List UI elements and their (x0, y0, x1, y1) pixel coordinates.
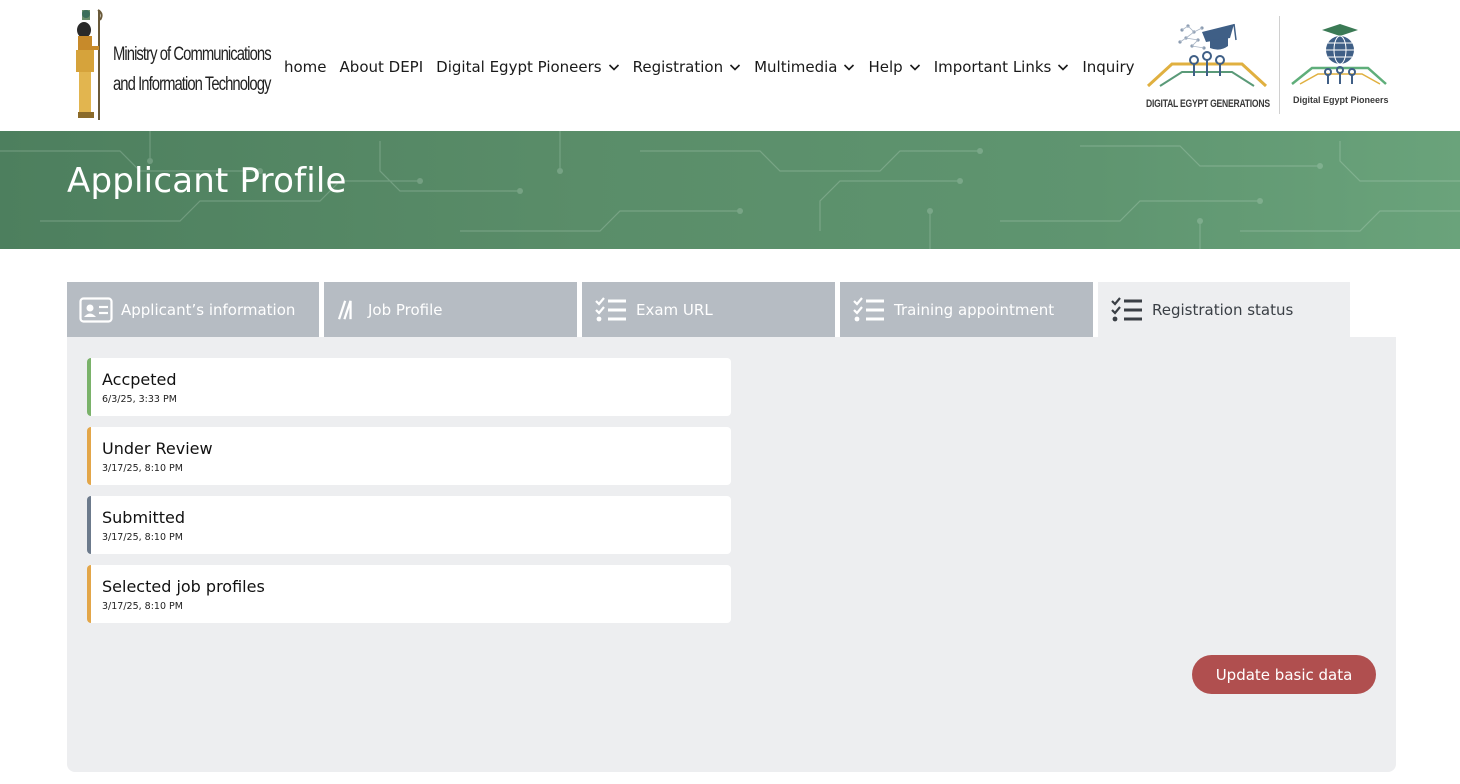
nav-item-label: Digital Egypt Pioneers (436, 58, 602, 76)
nav-item-multimedia[interactable]: Multimedia (754, 58, 855, 76)
ministry-logo-line1: Ministry of Communications (113, 44, 272, 65)
digital-egypt-pioneers-logo-icon[interactable] (1290, 22, 1388, 96)
nav-item-registration[interactable]: Registration (633, 58, 741, 76)
nav-item-inquiry[interactable]: Inquiry (1082, 58, 1134, 76)
status-title: Selected job profiles (102, 577, 265, 596)
status-item-accepted: Accpeted 6/3/25, 3:33 PM (87, 358, 731, 416)
nav-item-label: Important Links (933, 58, 1052, 76)
nav-item-label: Registration (632, 58, 724, 76)
ministry-logo-line2: and Information Technology (113, 74, 271, 95)
tab-label: Registration status (1152, 300, 1294, 319)
nav-item-help[interactable]: Help (868, 58, 920, 76)
status-timeline: Accpeted 6/3/25, 3:33 PM Under Review 3/… (87, 358, 731, 634)
generations-logo-text: DIGITAL EGYPT GENERATIONS (1146, 98, 1270, 110)
nav-item-important-links[interactable]: Important Links (934, 58, 1070, 76)
tab-exam-url[interactable]: Exam URL (582, 282, 835, 337)
status-title: Accpeted (102, 370, 177, 389)
digital-egypt-generations-logo-icon[interactable] (1142, 16, 1272, 100)
tab-label: Training appointment (894, 300, 1055, 319)
nav-item-label: home (284, 58, 327, 76)
tab-label: Applicant’s information (121, 300, 296, 319)
chevron-down-icon (844, 64, 855, 71)
registration-status-panel: Accpeted 6/3/25, 3:33 PM Under Review 3/… (67, 337, 1396, 772)
chevron-down-icon (730, 64, 741, 71)
slashes-icon (337, 299, 352, 320)
tab-training-appointment[interactable]: Training appointment (840, 282, 1093, 337)
nav-item-home[interactable]: home (284, 58, 327, 76)
pioneers-logo-text: Digital Egypt Pioneers (1293, 95, 1389, 105)
ministry-logo-text: Ministry of Communications and Informati… (113, 40, 272, 100)
main-nav: home About DEPI Digital Egypt Pioneers R… (284, 54, 1148, 80)
logo-divider (1279, 16, 1280, 114)
ministry-logo[interactable]: Ministry of Communications and Informati… (68, 6, 272, 124)
nav-item-label: Inquiry (1082, 58, 1135, 76)
tab-applicants-information[interactable]: Applicant’s information (67, 282, 319, 337)
chevron-down-icon (608, 64, 619, 71)
status-title: Submitted (102, 508, 186, 527)
nav-item-digital-egypt-pioneers[interactable]: Digital Egypt Pioneers (436, 58, 619, 76)
page-banner: Applicant Profile (0, 131, 1460, 249)
chevron-down-icon (909, 64, 920, 71)
status-timestamp: 3/17/25, 8:10 PM (102, 601, 183, 612)
id-card-icon (79, 296, 113, 323)
tab-job-profile[interactable]: Job Profile (324, 282, 577, 337)
page-title: Applicant Profile (67, 161, 347, 201)
status-timestamp: 3/17/25, 8:10 PM (102, 532, 183, 543)
chevron-down-icon (1058, 64, 1069, 71)
brand-logos: DIGITAL EGYPT GENERATIONS Digital Egypt … (1142, 16, 1392, 118)
pharaoh-figure-icon (76, 9, 103, 120)
checklist-icon (595, 296, 626, 321)
update-basic-data-button[interactable]: Update basic data (1192, 655, 1376, 694)
checklist-icon (853, 296, 884, 321)
tab-label: Job Profile (368, 300, 443, 319)
status-item-selected-job-profiles: Selected job profiles 3/17/25, 8:10 PM (87, 565, 731, 623)
status-title: Under Review (102, 439, 213, 458)
status-timestamp: 3/17/25, 8:10 PM (102, 463, 183, 474)
nav-item-label: About DEPI (339, 58, 424, 76)
nav-item-label: Help (868, 58, 903, 76)
status-item-submitted: Submitted 3/17/25, 8:10 PM (87, 496, 731, 554)
tab-label: Exam URL (636, 300, 713, 319)
status-item-under-review: Under Review 3/17/25, 8:10 PM (87, 427, 731, 485)
checklist-icon (1111, 296, 1142, 321)
nav-item-label: Multimedia (754, 58, 838, 76)
site-header: Ministry of Communications and Informati… (0, 0, 1460, 131)
nav-item-about-depi[interactable]: About DEPI (340, 58, 424, 76)
tab-registration-status[interactable]: Registration status (1098, 282, 1350, 337)
status-timestamp: 6/3/25, 3:33 PM (102, 394, 177, 405)
